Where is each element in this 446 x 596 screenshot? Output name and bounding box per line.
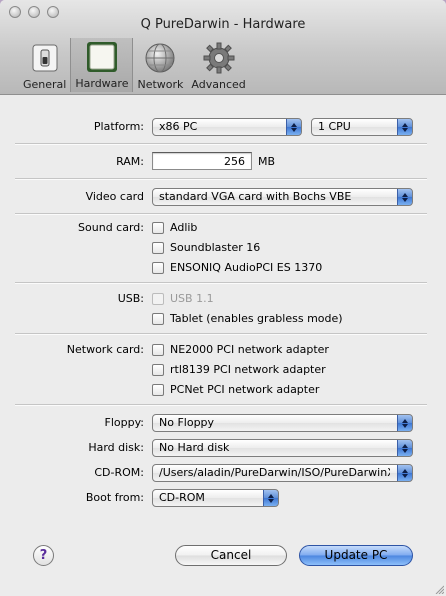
- updown-arrows-icon: [397, 119, 412, 135]
- updown-arrows-icon: [286, 119, 301, 135]
- divider: [15, 178, 427, 180]
- network-card-label: Network card:: [66, 343, 144, 356]
- checkbox-box[interactable]: [152, 221, 164, 234]
- ram-input[interactable]: 256: [152, 152, 252, 170]
- tablet-checkbox[interactable]: Tablet (enables grabless mode): [152, 312, 343, 325]
- sound-card-label: Sound card:: [78, 221, 144, 234]
- hard-disk-select[interactable]: No Hard disk: [152, 439, 413, 457]
- tab-advanced[interactable]: Advanced: [187, 39, 249, 93]
- tab-network-label: Network: [137, 78, 184, 91]
- titlebar-toolbar: Q PureDarwin - Hardware General Hardware…: [0, 0, 446, 95]
- help-button[interactable]: ?: [33, 545, 54, 566]
- preferences-toolbar: General Hardware Network Advanced: [19, 38, 250, 93]
- ram-unit: MB: [258, 155, 276, 168]
- tab-hardware[interactable]: Hardware: [70, 38, 134, 92]
- checkbox-label: NE2000 PCI network adapter: [170, 343, 329, 356]
- divider: [15, 143, 427, 145]
- checkbox-label: ENSONIQ AudioPCI ES 1370: [170, 261, 323, 274]
- boot-from-value: CD-ROM: [159, 491, 205, 504]
- sound-soundblaster-checkbox[interactable]: Soundblaster 16: [152, 241, 260, 254]
- gear-icon: [203, 42, 235, 74]
- tab-hardware-label: Hardware: [75, 77, 129, 90]
- checkbox-box[interactable]: [152, 383, 164, 396]
- checkbox-label: Tablet (enables grabless mode): [170, 312, 343, 325]
- usb11-checkbox: USB 1.1: [152, 292, 214, 305]
- window-title: Q PureDarwin - Hardware: [140, 17, 306, 32]
- floppy-select[interactable]: No Floppy: [152, 414, 413, 432]
- checkbox-label: rtl8139 PCI network adapter: [170, 363, 326, 376]
- usb-label: USB:: [117, 292, 144, 305]
- checkbox-label: Soundblaster 16: [170, 241, 261, 254]
- boot-from-select[interactable]: CD-ROM: [152, 489, 279, 507]
- checkbox-box[interactable]: [152, 343, 164, 356]
- checkbox-box[interactable]: [152, 241, 164, 254]
- net-rtl8139-checkbox[interactable]: rtl8139 PCI network adapter: [152, 363, 326, 376]
- cpu-count-value: 1 CPU: [318, 120, 351, 133]
- globe-icon: [144, 42, 176, 74]
- sound-ensoniq-checkbox[interactable]: ENSONIQ AudioPCI ES 1370: [152, 261, 322, 274]
- resize-grip-icon[interactable]: [434, 584, 444, 594]
- updown-arrows-icon: [397, 189, 412, 205]
- sound-adlib-checkbox[interactable]: Adlib: [152, 221, 197, 234]
- ram-label: RAM:: [116, 155, 144, 168]
- update-pc-button[interactable]: Update PC: [299, 545, 413, 566]
- tab-general-label: General: [23, 78, 67, 91]
- divider: [15, 333, 427, 335]
- hardware-window: Q PureDarwin - Hardware General Hardware…: [0, 0, 446, 596]
- checkbox-label: PCNet PCI network adapter: [170, 383, 320, 396]
- checkbox-box[interactable]: [152, 363, 164, 376]
- tab-advanced-label: Advanced: [191, 78, 246, 91]
- divider: [15, 404, 427, 406]
- updown-arrows-icon: [397, 465, 412, 481]
- tab-general[interactable]: General: [19, 39, 70, 93]
- video-card-label: Video card: [85, 190, 144, 203]
- chip-icon: [86, 41, 118, 73]
- checkbox-label: USB 1.1: [170, 292, 214, 305]
- updown-arrows-icon: [397, 415, 412, 431]
- checkbox-box: [152, 292, 164, 305]
- hard-disk-value: No Hard disk: [159, 441, 230, 454]
- video-card-select[interactable]: standard VGA card with Bochs VBE: [152, 188, 413, 206]
- checkbox-label: Adlib: [170, 221, 198, 234]
- cdrom-value: /Users/aladin/PureDarwin/ISO/PureDarwinX…: [159, 466, 390, 479]
- tab-network[interactable]: Network: [133, 39, 187, 93]
- switch-icon: [29, 42, 61, 74]
- hard-disk-label: Hard disk:: [88, 441, 144, 454]
- updown-arrows-icon: [397, 440, 412, 456]
- video-card-value: standard VGA card with Bochs VBE: [159, 190, 352, 203]
- cdrom-label: CD-ROM:: [94, 466, 144, 479]
- cpu-count-select[interactable]: 1 CPU: [311, 118, 413, 136]
- platform-select[interactable]: x86 PC: [152, 118, 302, 136]
- platform-value: x86 PC: [159, 120, 198, 133]
- divider: [15, 213, 427, 215]
- cdrom-select[interactable]: /Users/aladin/PureDarwin/ISO/PureDarwinX…: [152, 464, 413, 482]
- checkbox-box[interactable]: [152, 261, 164, 274]
- updown-arrows-icon: [263, 490, 278, 506]
- divider: [15, 282, 427, 284]
- cancel-button[interactable]: Cancel: [175, 545, 287, 566]
- net-ne2000-checkbox[interactable]: NE2000 PCI network adapter: [152, 343, 329, 356]
- floppy-label: Floppy:: [104, 416, 145, 429]
- checkbox-box[interactable]: [152, 312, 164, 325]
- net-pcnet-checkbox[interactable]: PCNet PCI network adapter: [152, 383, 319, 396]
- platform-label: Platform:: [93, 120, 144, 133]
- boot-from-label: Boot from:: [85, 491, 144, 504]
- floppy-value: No Floppy: [159, 416, 215, 429]
